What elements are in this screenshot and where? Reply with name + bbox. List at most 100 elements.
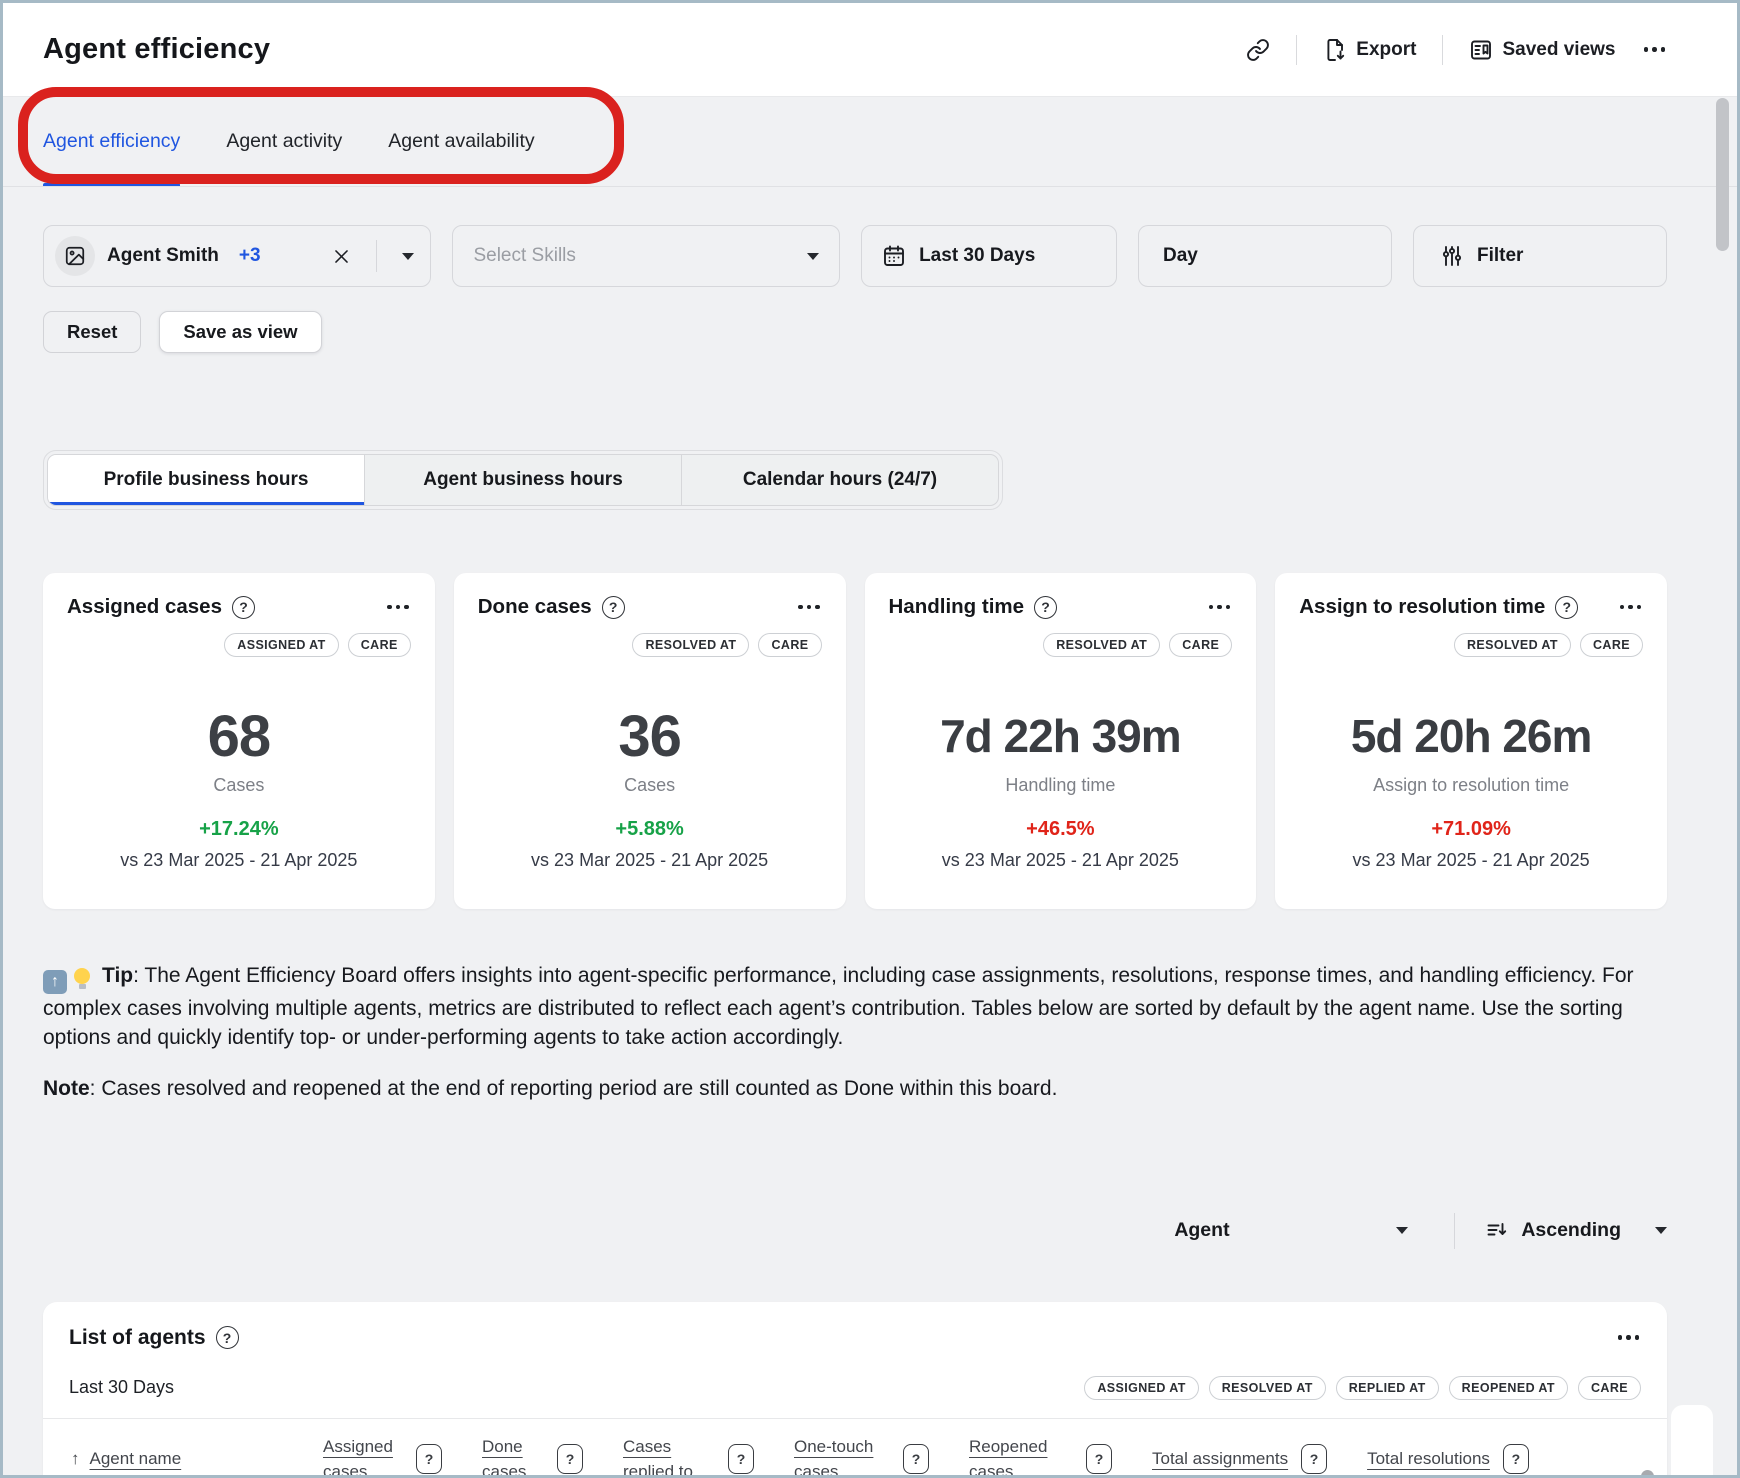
- agent-filter-clear-button[interactable]: [332, 247, 351, 266]
- status-badge: RESOLVED AT: [1043, 633, 1160, 657]
- more-options-button[interactable]: [1642, 41, 1668, 58]
- tip-block: ↑Tip: The Agent Efficiency Board offers …: [43, 961, 1643, 1103]
- granularity-value: Day: [1163, 245, 1198, 267]
- metric-comparison: vs 23 Mar 2025 - 21 Apr 2025: [1299, 850, 1643, 871]
- skills-filter-select[interactable]: Select Skills: [452, 225, 840, 287]
- table-period-label: Last 30 Days: [69, 1377, 174, 1398]
- tab-agent-efficiency[interactable]: Agent efficiency: [43, 97, 180, 186]
- export-button[interactable]: Export: [1323, 38, 1416, 62]
- metric-comparison: vs 23 Mar 2025 - 21 Apr 2025: [67, 850, 411, 871]
- tip-paragraph: ↑Tip: The Agent Efficiency Board offers …: [43, 961, 1643, 1052]
- tab-agent-activity[interactable]: Agent activity: [226, 97, 342, 186]
- column-label[interactable]: Total resolutions: [1367, 1446, 1490, 1471]
- export-label: Export: [1356, 39, 1416, 61]
- status-badge: CARE: [758, 633, 821, 657]
- column-label[interactable]: One-touch cases: [794, 1434, 890, 1478]
- column-label[interactable]: Done cases: [482, 1434, 544, 1478]
- status-badge: RESOLVED AT: [632, 633, 749, 657]
- sort-direction-value: Ascending: [1521, 1219, 1621, 1242]
- tab-label: Agent business hours: [423, 469, 623, 491]
- table-more-button[interactable]: [1616, 1329, 1642, 1346]
- page-scrollbar-thumb[interactable]: [1716, 98, 1729, 251]
- card-more-button[interactable]: [1618, 599, 1644, 616]
- table-scrollbar-thumb[interactable]: [1641, 1470, 1654, 1478]
- help-icon[interactable]: ?: [1301, 1444, 1327, 1474]
- link-icon: [1246, 38, 1270, 62]
- metric-unit: Handling time: [889, 775, 1233, 796]
- metric-comparison: vs 23 Mar 2025 - 21 Apr 2025: [889, 850, 1233, 871]
- close-icon: [332, 247, 351, 266]
- tab-label: Agent availability: [388, 130, 534, 153]
- metric-value: 7d 22h 39m: [889, 705, 1233, 767]
- help-icon[interactable]: ?: [216, 1326, 239, 1349]
- saved-views-button[interactable]: Saved views: [1469, 38, 1615, 62]
- help-icon[interactable]: ?: [1555, 596, 1578, 619]
- assigned-cases-card: Assigned cases ? ASSIGNED AT CARE 68 Cas…: [43, 573, 435, 909]
- column-label[interactable]: Total assignments: [1152, 1446, 1288, 1471]
- column-label[interactable]: Cases replied to: [623, 1434, 715, 1478]
- tab-agent-availability[interactable]: Agent availability: [388, 97, 534, 186]
- tab-profile-business-hours[interactable]: Profile business hours: [48, 455, 365, 505]
- assign-to-resolution-card: Assign to resolution time ? RESOLVED AT …: [1275, 573, 1667, 909]
- chevron-down-icon: [1396, 1227, 1408, 1234]
- granularity-select[interactable]: Day: [1138, 225, 1392, 287]
- chevron-down-icon[interactable]: [402, 253, 414, 260]
- note-label: Note: [43, 1077, 90, 1100]
- help-icon[interactable]: ?: [903, 1444, 929, 1474]
- table-badges: ASSIGNED AT RESOLVED AT REPLIED AT REOPE…: [1084, 1376, 1641, 1400]
- sort-divider: [1454, 1213, 1455, 1249]
- help-icon[interactable]: ?: [602, 596, 625, 619]
- help-icon[interactable]: ?: [1086, 1444, 1112, 1474]
- list-of-agents-card: List of agents ? Last 30 Days ASSIGNED A…: [43, 1302, 1667, 1478]
- metric-unit: Cases: [67, 775, 411, 796]
- reset-button[interactable]: Reset: [43, 311, 141, 353]
- card-title: Handling time: [889, 595, 1025, 619]
- sort-by-value: Agent: [1174, 1219, 1229, 1242]
- status-badge: ASSIGNED AT: [1084, 1376, 1198, 1400]
- sliders-icon: [1440, 244, 1464, 268]
- sort-arrow-icon: ↑: [71, 1449, 80, 1469]
- sort-by-select[interactable]: Agent: [1166, 1219, 1416, 1242]
- saved-views-icon: [1469, 38, 1493, 62]
- filter-button[interactable]: Filter: [1413, 225, 1667, 287]
- agent-filter-select[interactable]: Agent Smith +3: [43, 225, 431, 287]
- status-badge: CARE: [1169, 633, 1232, 657]
- help-icon[interactable]: ?: [416, 1444, 442, 1474]
- help-icon[interactable]: ?: [1503, 1444, 1529, 1474]
- filter-actions-row: Reset Save as view: [43, 311, 1667, 353]
- column-header-done-cases: Done cases ?: [482, 1434, 583, 1478]
- column-label[interactable]: Agent name: [90, 1446, 182, 1471]
- status-badge: CARE: [348, 633, 411, 657]
- card-more-button[interactable]: [1207, 599, 1233, 616]
- column-label[interactable]: Assigned cases: [323, 1434, 403, 1478]
- note-text: : Cases resolved and reopened at the end…: [90, 1077, 1058, 1100]
- tab-calendar-hours[interactable]: Calendar hours (24/7): [682, 455, 998, 505]
- status-badge: CARE: [1578, 1376, 1641, 1400]
- help-icon[interactable]: ?: [557, 1444, 583, 1474]
- image-icon: [64, 245, 86, 267]
- scroll-area-fragment: [1671, 1405, 1713, 1475]
- sort-direction-select[interactable]: Ascending: [1485, 1219, 1667, 1243]
- tab-label: Agent efficiency: [43, 130, 180, 153]
- save-as-view-button[interactable]: Save as view: [159, 311, 321, 353]
- card-more-button[interactable]: [385, 599, 411, 616]
- chevron-down-icon: [1655, 1227, 1667, 1234]
- date-range-select[interactable]: Last 30 Days: [861, 225, 1117, 287]
- copy-link-button[interactable]: [1246, 38, 1270, 62]
- tab-agent-business-hours[interactable]: Agent business hours: [365, 455, 682, 505]
- status-badge: REOPENED AT: [1449, 1376, 1568, 1400]
- card-more-button[interactable]: [796, 599, 822, 616]
- help-icon[interactable]: ?: [728, 1444, 754, 1474]
- agent-filter-extra-count: +3: [239, 245, 261, 267]
- toolbar-divider: [1442, 35, 1443, 65]
- tip-text: : The Agent Efficiency Board offers insi…: [43, 964, 1634, 1049]
- column-label[interactable]: Reopened cases: [969, 1434, 1073, 1478]
- board-tabs: Agent efficiency Agent activity Agent av…: [3, 97, 1737, 187]
- help-icon[interactable]: ?: [1034, 596, 1057, 619]
- table-sort-controls: Agent Ascending: [3, 1207, 1667, 1255]
- sort-ascending-icon: [1485, 1219, 1509, 1243]
- help-icon[interactable]: ?: [232, 596, 255, 619]
- tab-label: Agent activity: [226, 130, 342, 153]
- column-header-reopened-cases: Reopened cases ?: [969, 1434, 1112, 1478]
- top-bar-actions: Export Saved views: [1246, 35, 1667, 65]
